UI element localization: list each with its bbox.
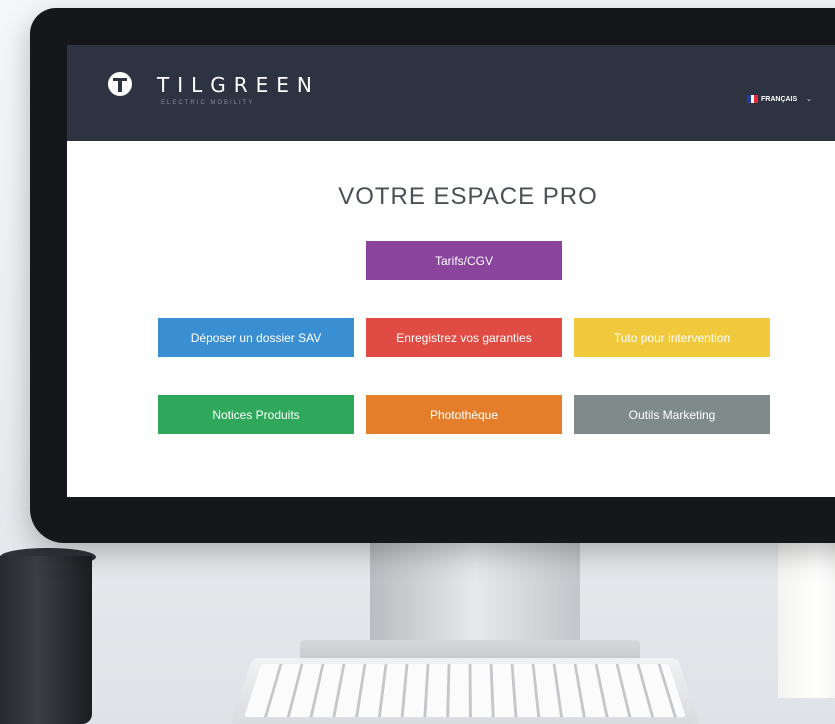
- french-flag-icon: [747, 95, 759, 103]
- language-label: FRANÇAIS: [761, 95, 798, 103]
- enregistrez-garanties-button[interactable]: Enregistrez vos garanties: [366, 318, 562, 357]
- language-selector[interactable]: FRANÇAIS ⌄: [747, 95, 812, 103]
- keyboard: [230, 658, 700, 724]
- outils-marketing-button[interactable]: Outils Marketing: [574, 395, 770, 434]
- keyboard-keys: [244, 663, 686, 718]
- site-header: TILGREEN ELECTRIC MOBILITY FRANÇAIS ⌄: [67, 45, 835, 141]
- brand-tagline: ELECTRIC MOBILITY: [161, 100, 255, 106]
- monitor-screen: TILGREEN ELECTRIC MOBILITY FRANÇAIS ⌄ VO…: [67, 45, 835, 497]
- desk-scene: TILGREEN ELECTRIC MOBILITY FRANÇAIS ⌄ VO…: [0, 0, 835, 724]
- chevron-down-icon: ⌄: [806, 96, 813, 103]
- brand-name[interactable]: TILGREEN: [157, 73, 320, 97]
- tilgreen-logo-icon[interactable]: [108, 72, 132, 96]
- phototheque-button[interactable]: Photothèque: [366, 395, 562, 434]
- monitor-stand: [370, 543, 580, 653]
- notices-produits-button[interactable]: Notices Produits: [158, 395, 354, 434]
- deposer-sav-button[interactable]: Déposer un dossier SAV: [158, 318, 354, 357]
- tarifs-cgv-button[interactable]: Tarifs/CGV: [366, 241, 562, 280]
- page-title: VOTRE ESPACE PRO: [338, 183, 598, 210]
- coffee-mug: [0, 556, 92, 724]
- tuto-intervention-button[interactable]: Tuto pour intervention: [574, 318, 770, 357]
